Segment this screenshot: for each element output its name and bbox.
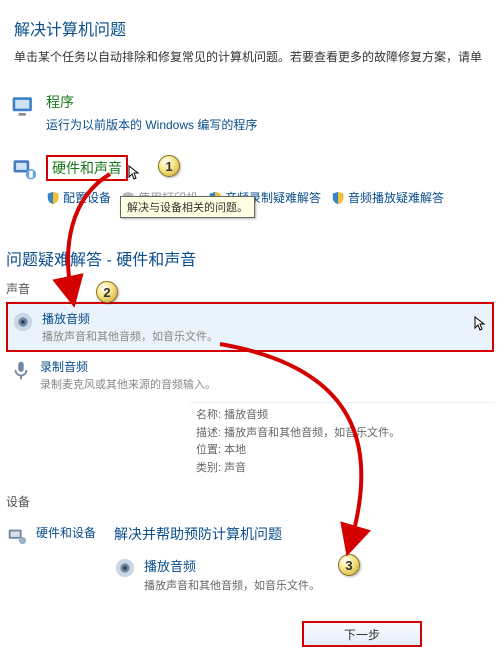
device-group-label: 设备: [6, 493, 494, 510]
sound-group-label: 声音: [6, 280, 494, 297]
wizard-item-desc: 播放声音和其他音频，如音乐文件。: [144, 577, 320, 593]
item-detail-panel: 名称: 播放音频 描述: 播放声音和其他音频，如音乐文件。 位置: 本地 类别:…: [190, 402, 494, 485]
hardware-device-item[interactable]: 硬件和设备: [36, 524, 96, 593]
microphone-icon: [10, 359, 32, 381]
troubleshoot-heading: 问题疑难解答 - 硬件和声音: [6, 246, 494, 270]
step-badge-2: 2: [96, 281, 118, 303]
record-audio-desc: 录制麦克风或其他来源的音频输入。: [40, 376, 490, 392]
cursor-icon: [128, 165, 142, 181]
record-audio-item[interactable]: 录制音频 录制麦克风或其他来源的音频输入。: [6, 352, 494, 398]
programs-icon: [10, 92, 38, 120]
page-subtitle: 单击某个任务以自动排除和修复常见的计算机问题。若要查看更多的故障修复方案，请单: [14, 48, 486, 66]
page-title: 解决计算机问题: [14, 16, 486, 40]
cursor-icon: [474, 316, 488, 332]
hardware-icon: [10, 155, 38, 183]
tooltip: 解决与设备相关的问题。: [120, 196, 255, 218]
shield-icon: [331, 191, 345, 205]
wizard-item-title[interactable]: 播放音频: [144, 556, 320, 575]
device-icon: [6, 525, 28, 547]
programs-link[interactable]: 程序: [46, 92, 490, 112]
speaker-icon: [114, 557, 136, 579]
next-button[interactable]: 下一步: [302, 621, 422, 647]
shield-icon: [46, 191, 60, 205]
play-audio-desc: 播放声音和其他音频，如音乐文件。: [42, 328, 466, 344]
record-audio-title: 录制音频: [40, 358, 490, 375]
play-audio-title: 播放音频: [42, 310, 466, 327]
step-badge-3: 3: [338, 554, 360, 576]
speaker-icon: [12, 311, 34, 333]
play-audio-item[interactable]: 播放音频 播放声音和其他音频，如音乐文件。: [6, 302, 494, 352]
configure-device-link[interactable]: 配置设备: [46, 189, 111, 206]
hardware-sound-link[interactable]: 硬件和声音: [46, 155, 128, 181]
programs-desc-link[interactable]: 运行为以前版本的 Windows 编写的程序: [46, 116, 490, 133]
wizard-heading: 解决并帮助预防计算机问题: [114, 524, 320, 544]
step-badge-1: 1: [158, 155, 180, 177]
audio-play-troubleshoot-link[interactable]: 音频播放疑难解答: [331, 189, 444, 206]
